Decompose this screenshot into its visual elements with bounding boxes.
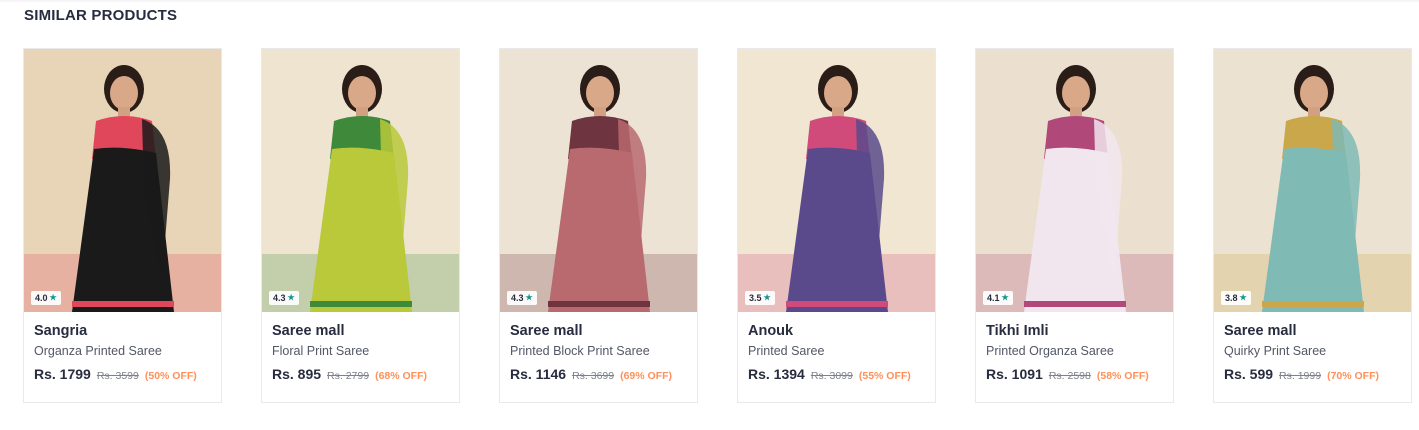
product-mrp: Rs. 1999 <box>1279 370 1322 382</box>
product-name: Quirky Print Saree <box>1224 344 1327 358</box>
product-name: Floral Print Saree <box>272 344 370 358</box>
product-info: Saree mall Floral Print Saree Rs. 895 Rs… <box>262 312 459 382</box>
rating-value: 3.5 <box>749 293 762 303</box>
product-photo <box>1214 49 1411 312</box>
top-divider <box>0 0 1419 3</box>
rating-badge: 3.5 ★ <box>745 291 775 305</box>
product-image[interactable]: 3.8 ★ <box>1214 49 1411 312</box>
product-name: Printed Block Print Saree <box>510 344 650 358</box>
product-mrp: Rs. 3599 <box>96 370 139 382</box>
product-photo <box>738 49 935 312</box>
product-card[interactable]: 3.8 ★ Saree mall Quirky Print Saree Rs. … <box>1213 48 1412 403</box>
rating-value: 3.8 <box>1225 293 1238 303</box>
product-discount: (68% OFF) <box>375 370 427 382</box>
product-brand: Saree mall <box>510 323 583 339</box>
product-photo <box>500 49 697 312</box>
price-row: Rs. 895 Rs. 2799 (68% OFF) <box>272 366 449 382</box>
product-card[interactable]: 4.3 ★ Saree mall Floral Print Saree Rs. … <box>261 48 460 403</box>
product-card[interactable]: 4.3 ★ Saree mall Printed Block Print Sar… <box>499 48 698 403</box>
rating-badge: 4.3 ★ <box>269 291 299 305</box>
product-brand: Tikhi Imli <box>986 323 1049 339</box>
product-card[interactable]: 4.0 ★ Sangria Organza Printed Saree Rs. … <box>23 48 222 403</box>
product-name: Organza Printed Saree <box>34 344 162 358</box>
rating-badge: 3.8 ★ <box>1221 291 1251 305</box>
rating-value: 4.3 <box>511 293 524 303</box>
section-title: SIMILAR PRODUCTS <box>24 7 178 24</box>
product-image[interactable]: 4.0 ★ <box>24 49 221 312</box>
rating-value: 4.0 <box>35 293 48 303</box>
product-info: Sangria Organza Printed Saree Rs. 1799 R… <box>24 312 221 382</box>
product-grid: 4.0 ★ Sangria Organza Printed Saree Rs. … <box>23 48 1412 403</box>
price-row: Rs. 1799 Rs. 3599 (50% OFF) <box>34 366 211 382</box>
rating-badge: 4.3 ★ <box>507 291 537 305</box>
product-brand: Saree mall <box>272 323 345 339</box>
price-row: Rs. 1146 Rs. 3699 (69% OFF) <box>510 366 687 382</box>
product-discount: (58% OFF) <box>1096 370 1149 382</box>
product-info: Saree mall Quirky Print Saree Rs. 599 Rs… <box>1214 312 1411 382</box>
product-photo <box>262 49 459 312</box>
product-info: Anouk Printed Saree Rs. 1394 Rs. 3099 (5… <box>738 312 935 382</box>
product-mrp: Rs. 2799 <box>327 370 370 382</box>
product-price: Rs. 1799 <box>34 366 91 382</box>
product-mrp: Rs. 2598 <box>1048 370 1091 382</box>
star-icon: ★ <box>763 293 771 302</box>
product-mrp: Rs. 3099 <box>810 370 853 382</box>
star-icon: ★ <box>525 293 533 302</box>
product-price: Rs. 895 <box>272 366 322 382</box>
price-row: Rs. 1091 Rs. 2598 (58% OFF) <box>986 366 1163 382</box>
product-photo <box>976 49 1173 312</box>
product-image[interactable]: 4.3 ★ <box>262 49 459 312</box>
star-icon: ★ <box>1001 293 1009 302</box>
product-discount: (50% OFF) <box>144 370 197 382</box>
product-price: Rs. 1394 <box>748 366 805 382</box>
star-icon: ★ <box>49 293 57 302</box>
product-card[interactable]: 4.1 ★ Tikhi Imli Printed Organza Saree R… <box>975 48 1174 403</box>
product-price: Rs. 1091 <box>986 366 1043 382</box>
product-discount: (55% OFF) <box>858 370 911 382</box>
product-name: Printed Organza Saree <box>986 344 1114 358</box>
product-mrp: Rs. 3699 <box>572 370 615 382</box>
product-brand: Saree mall <box>1224 323 1297 339</box>
product-image[interactable]: 4.1 ★ <box>976 49 1173 312</box>
product-name: Printed Saree <box>748 344 825 358</box>
product-discount: (70% OFF) <box>1327 370 1379 382</box>
price-row: Rs. 1394 Rs. 3099 (55% OFF) <box>748 366 925 382</box>
product-info: Saree mall Printed Block Print Saree Rs.… <box>500 312 697 382</box>
product-photo <box>24 49 221 312</box>
star-icon: ★ <box>1239 293 1247 302</box>
product-price: Rs. 1146 <box>510 366 567 382</box>
product-info: Tikhi Imli Printed Organza Saree Rs. 109… <box>976 312 1173 382</box>
product-brand: Sangria <box>34 323 88 339</box>
product-discount: (69% OFF) <box>620 370 673 382</box>
star-icon: ★ <box>287 293 295 302</box>
rating-badge: 4.0 ★ <box>31 291 61 305</box>
product-image[interactable]: 4.3 ★ <box>500 49 697 312</box>
rating-badge: 4.1 ★ <box>983 291 1013 305</box>
price-row: Rs. 599 Rs. 1999 (70% OFF) <box>1224 366 1401 382</box>
product-card[interactable]: 3.5 ★ Anouk Printed Saree Rs. 1394 Rs. 3… <box>737 48 936 403</box>
rating-value: 4.1 <box>987 293 1000 303</box>
product-brand: Anouk <box>748 323 794 339</box>
product-price: Rs. 599 <box>1224 366 1274 382</box>
product-image[interactable]: 3.5 ★ <box>738 49 935 312</box>
rating-value: 4.3 <box>273 293 286 303</box>
